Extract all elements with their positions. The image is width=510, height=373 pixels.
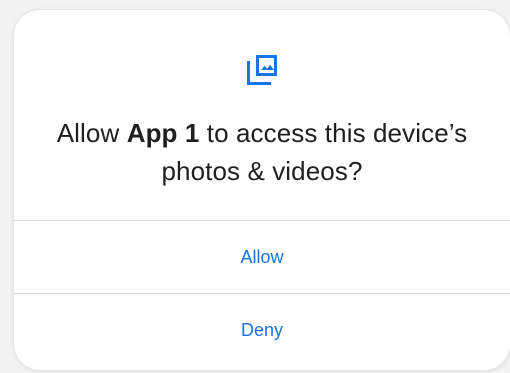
permission-title: Allow App 1 to access this device’s phot… xyxy=(54,114,470,190)
allow-button-label: Allow xyxy=(240,246,284,267)
app-name: App 1 xyxy=(126,118,200,148)
photo-library-icon-wrapper xyxy=(14,52,510,88)
permission-dialog: Allow App 1 to access this device’s phot… xyxy=(14,10,510,370)
allow-button[interactable]: Allow xyxy=(14,221,510,293)
photo-library-icon xyxy=(247,55,277,85)
deny-button-label: Deny xyxy=(240,319,284,340)
deny-button[interactable]: Deny xyxy=(14,294,510,366)
title-prefix: Allow xyxy=(56,118,127,148)
title-suffix: to access this device’s photos & videos? xyxy=(161,118,468,186)
